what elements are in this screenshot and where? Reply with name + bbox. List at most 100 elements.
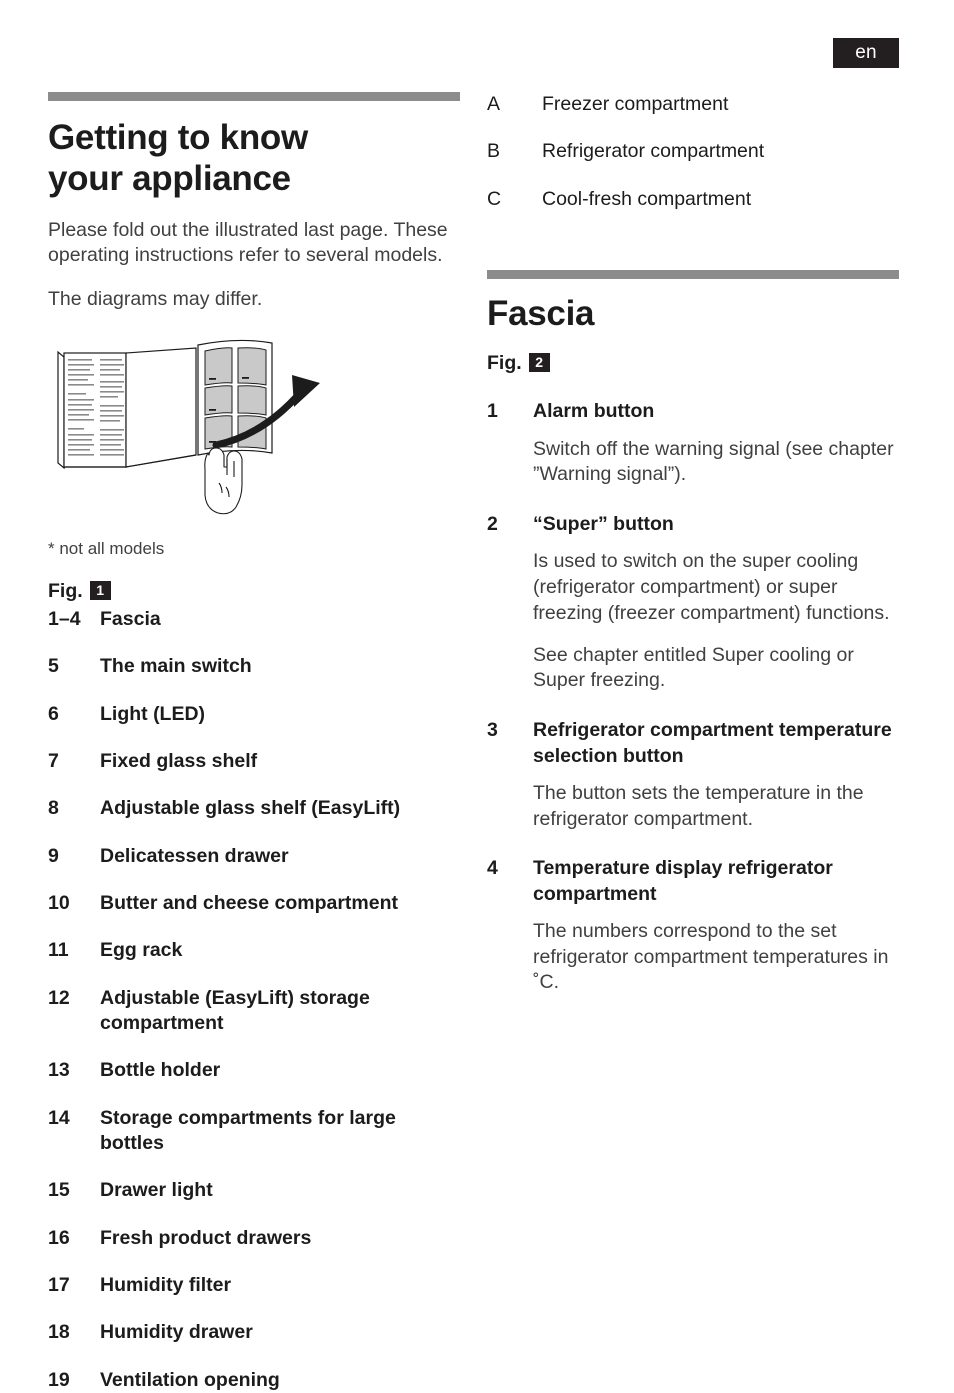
list-item-letter: A	[487, 93, 501, 115]
left-column: Getting to know your appliance Please fo…	[48, 92, 460, 1393]
list-item-number: 2	[487, 513, 498, 536]
intro-paragraph: Please fold out the illustrated last pag…	[48, 218, 448, 267]
list-item-number: 7	[48, 749, 59, 772]
list-item-number: 18	[48, 1321, 70, 1344]
list-item-number: 3	[487, 719, 498, 742]
list-item-label: Adjustable (EasyLift) storage compartmen…	[100, 986, 370, 1034]
list-item-label: Fixed glass shelf	[100, 749, 258, 772]
list-item-number: 4	[487, 857, 498, 880]
list-item-label: Humidity filter	[100, 1274, 232, 1297]
fig-reference-2: Fig. 2	[487, 352, 899, 375]
list-item-label: Alarm button	[533, 400, 655, 423]
section-rule-left	[48, 92, 460, 101]
list-item: B Refrigerator compartment	[487, 139, 899, 164]
list-item: 5 The main switch	[48, 654, 460, 679]
list-item-label: Butter and cheese compartment	[100, 891, 398, 914]
list-item-number: 10	[48, 891, 70, 914]
section-rule-right	[487, 270, 899, 280]
list-item-number: 1	[487, 400, 498, 423]
fig-number-badge: 1	[89, 580, 111, 600]
list-item: 7 Fixed glass shelf	[48, 749, 460, 774]
list-item: 15 Drawer light	[48, 1178, 460, 1203]
fascia-control-block: 2 “Super” button Is used to switch on th…	[487, 512, 899, 694]
list-item: 3 Refrigerator compartment temperature s…	[487, 718, 899, 769]
fig-number-badge: 2	[528, 353, 550, 373]
list-item: 18 Humidity drawer	[48, 1320, 460, 1345]
list-item-label: Adjustable glass shelf (EasyLift)	[100, 797, 401, 820]
list-item: 1 Alarm button	[487, 399, 899, 424]
control-description: Switch off the warning signal (see chapt…	[533, 437, 894, 486]
models-footnote: * not all models	[48, 538, 165, 558]
list-item: 9 Delicatessen drawer	[48, 844, 460, 869]
list-item: 13 Bottle holder	[48, 1058, 460, 1083]
page-title-line2: your appliance	[48, 159, 291, 199]
list-item-label: Temperature display refrigerator compart…	[533, 857, 833, 905]
list-item-label: Bottle holder	[100, 1059, 221, 1082]
list-item-number: 12	[48, 986, 70, 1009]
list-item-label: Delicatessen drawer	[100, 844, 289, 867]
list-item-number: 8	[48, 797, 59, 820]
list-item-label: Ventilation opening	[100, 1368, 280, 1391]
fig-reference-1: Fig. 1	[48, 580, 460, 603]
appliance-parts-list: 1–4 Fascia 5 The main switch 6 Light (LE…	[48, 607, 460, 1393]
list-item-number: 9	[48, 844, 59, 867]
list-item: 11 Egg rack	[48, 938, 460, 963]
list-item-label: Cool-fresh compartment	[542, 187, 752, 210]
list-item-label: “Super” button	[533, 513, 674, 536]
list-item-label: Fascia	[100, 607, 161, 630]
fascia-control-block: 3 Refrigerator compartment temperature s…	[487, 718, 899, 832]
fascia-control-block: 4 Temperature display refrigerator compa…	[487, 856, 899, 996]
list-item-label: Humidity drawer	[100, 1321, 253, 1344]
list-item: C Cool-fresh compartment	[487, 187, 899, 212]
right-column: A Freezer compartment B Refrigerator com…	[487, 92, 899, 996]
list-item-label: Fresh product drawers	[100, 1226, 312, 1249]
fig-label: Fig.	[48, 579, 83, 602]
control-description: The button sets the temperature in the r…	[533, 781, 864, 830]
list-item: 14 Storage compartments for large bottle…	[48, 1106, 460, 1157]
diagram-note: The diagrams may differ.	[48, 288, 263, 311]
fig-label: Fig.	[487, 352, 522, 375]
list-item-number: 1–4	[48, 607, 81, 630]
list-item-number: 6	[48, 702, 59, 725]
page-title: Getting to know your appliance	[48, 117, 460, 200]
list-item-label: The main switch	[100, 655, 252, 678]
control-description: The numbers correspond to the set refrig…	[533, 920, 889, 994]
list-item-number: 13	[48, 1059, 70, 1082]
list-item: 10 Butter and cheese compartment	[48, 891, 460, 916]
list-item-label: Storage compartments for large bottles	[100, 1106, 396, 1155]
page-title-line1: Getting to know	[48, 118, 308, 157]
list-item-letter: C	[487, 187, 502, 210]
list-item: 16 Fresh product drawers	[48, 1226, 460, 1251]
list-item: 6 Light (LED)	[48, 702, 460, 727]
list-item-label: Refrigerator compartment	[542, 140, 765, 163]
list-item-label: Egg rack	[100, 939, 183, 962]
list-item: 19 Ventilation opening	[48, 1368, 460, 1393]
control-description-secondary: See chapter entitled Super cooling or Su…	[533, 643, 854, 692]
list-item: 1–4 Fascia	[48, 607, 460, 632]
fascia-heading: Fascia	[487, 294, 595, 334]
list-item-number: 16	[48, 1226, 70, 1249]
list-item-number: 17	[48, 1274, 70, 1297]
language-badge: en	[833, 38, 899, 68]
compartments-list: A Freezer compartment B Refrigerator com…	[487, 92, 899, 212]
list-item: 17 Humidity filter	[48, 1273, 460, 1298]
list-item: 8 Adjustable glass shelf (EasyLift)	[48, 796, 460, 821]
list-item: 2 “Super” button	[487, 512, 899, 537]
list-item-number: 11	[48, 939, 69, 962]
list-item-number: 15	[48, 1179, 70, 1202]
list-item-number: 14	[48, 1106, 70, 1129]
fold-out-page-illustration	[48, 335, 378, 520]
list-item-label: Freezer compartment	[542, 93, 729, 115]
list-item-letter: B	[487, 140, 501, 163]
list-item-label: Drawer light	[100, 1179, 213, 1202]
fascia-control-block: 1 Alarm button Switch off the warning si…	[487, 399, 899, 488]
list-item: A Freezer compartment	[487, 92, 899, 117]
list-item-number: 19	[48, 1368, 70, 1391]
document-page: en Getting to know your appliance Please…	[0, 0, 954, 1391]
list-item-label: Light (LED)	[100, 702, 206, 725]
list-item-number: 5	[48, 655, 59, 678]
list-item-label: Refrigerator compartment temperature sel…	[533, 719, 892, 767]
list-item: 4 Temperature display refrigerator compa…	[487, 856, 899, 907]
control-description: Is used to switch on the super cooling (…	[533, 550, 890, 624]
list-item: 12 Adjustable (EasyLift) storage compart…	[48, 986, 460, 1037]
